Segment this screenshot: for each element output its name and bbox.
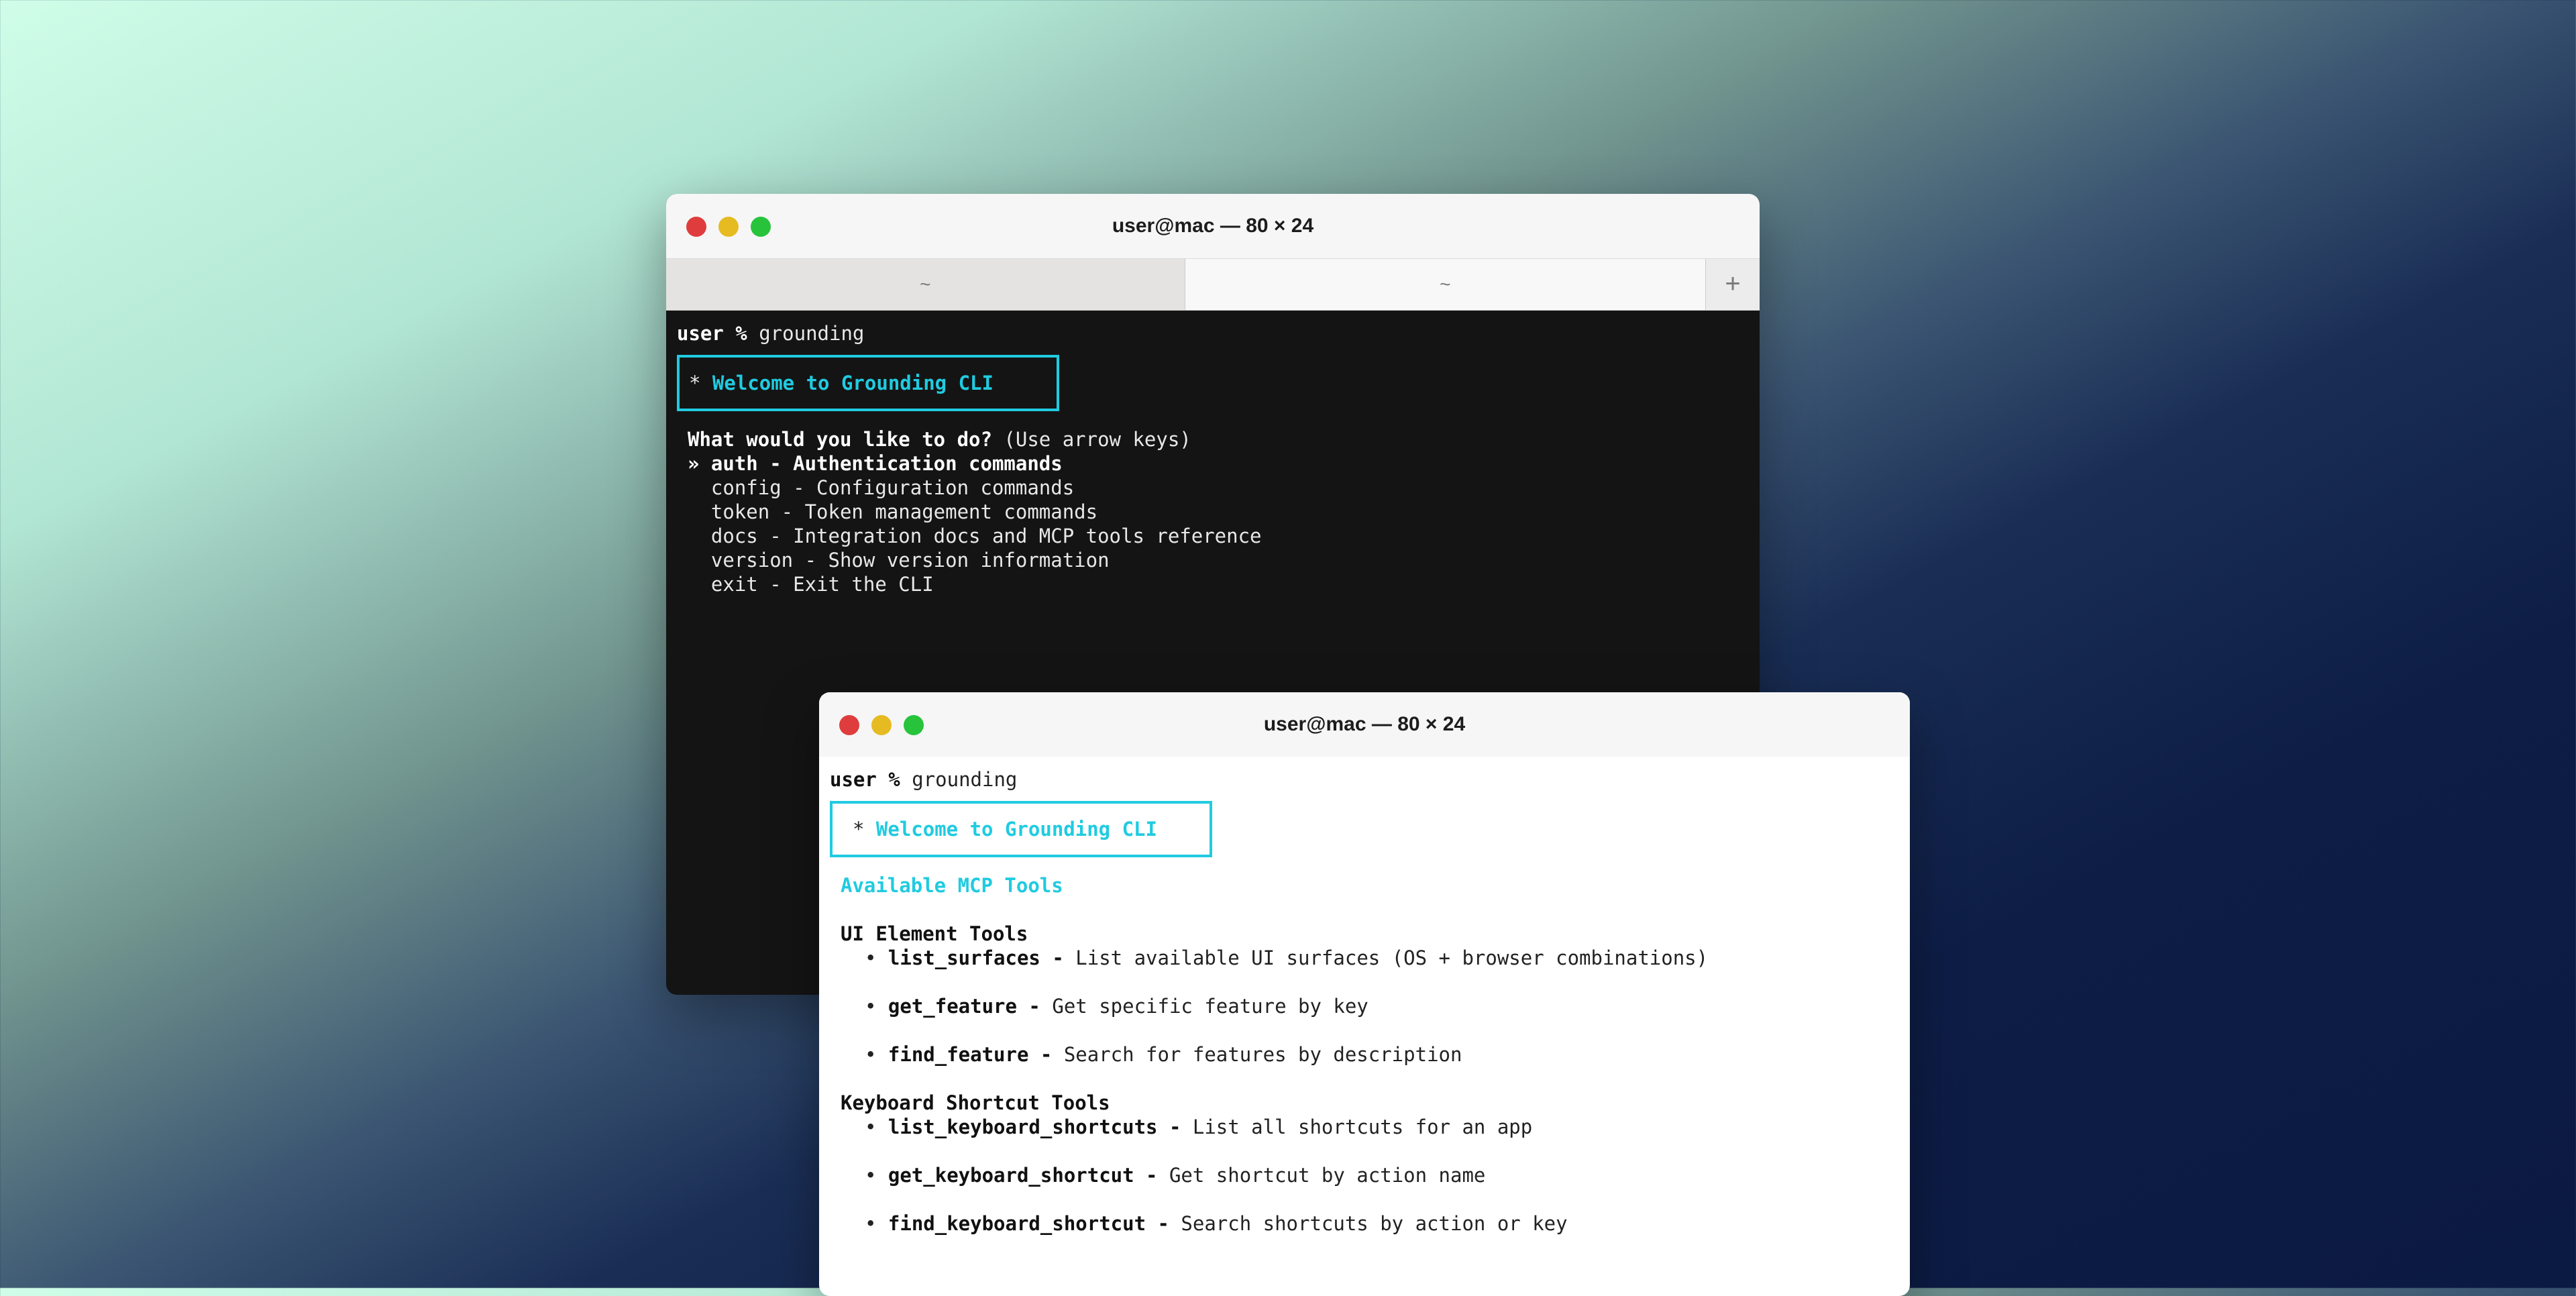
- menu-item-label: version - Show version information: [710, 549, 1110, 572]
- menu-item-config[interactable]: config - Configuration commands: [677, 476, 1749, 500]
- list-item: • list_keyboard_shortcuts - List all sho…: [830, 1115, 1899, 1139]
- menu-item-token[interactable]: token - Token management commands: [677, 500, 1749, 524]
- tool-desc: Get shortcut by action name: [1157, 1164, 1486, 1187]
- prompt-user: user %: [677, 322, 747, 345]
- group-title-ui: UI Element Tools: [841, 922, 1028, 945]
- list-item: • find_feature - Search for features by …: [830, 1042, 1899, 1067]
- tool-name: get_keyboard_shortcut -: [888, 1164, 1158, 1187]
- welcome-star: *: [853, 818, 876, 841]
- tool-desc: List all shortcuts for an app: [1181, 1116, 1533, 1138]
- group-title-shortcuts: Keyboard Shortcut Tools: [841, 1091, 1110, 1114]
- bullet: •: [865, 1043, 888, 1066]
- terminal-output[interactable]: user % grounding * Welcome to Grounding …: [666, 311, 1760, 607]
- tool-desc: Get specific feature by key: [1040, 995, 1368, 1018]
- bullet: •: [865, 947, 888, 969]
- bullet: •: [865, 1212, 888, 1235]
- bullet: •: [865, 1164, 888, 1187]
- list-item: • get_feature - Get specific feature by …: [830, 994, 1899, 1018]
- menu-item-label: token - Token management commands: [710, 500, 1098, 523]
- welcome-star: *: [689, 372, 712, 394]
- menu-item-version[interactable]: version - Show version information: [677, 548, 1749, 572]
- bullet: •: [865, 1116, 888, 1138]
- prompt-line: user % grounding: [830, 767, 1899, 792]
- list-item: • get_keyboard_shortcut - Get shortcut b…: [830, 1163, 1899, 1187]
- welcome-text: Welcome to Grounding CLI: [875, 818, 1157, 841]
- terminal-output[interactable]: user % grounding * Welcome to Grounding …: [819, 757, 1910, 1246]
- title-bar[interactable]: user@mac — 80 × 24: [819, 692, 1910, 757]
- question-hint: (Use arrow keys): [991, 428, 1191, 451]
- window-title: user@mac — 80 × 24: [1112, 215, 1314, 237]
- menu-item-docs[interactable]: docs - Integration docs and MCP tools re…: [677, 524, 1749, 548]
- tool-name: find_keyboard_shortcut -: [888, 1212, 1169, 1235]
- welcome-box: * Welcome to Grounding CLI: [830, 801, 1212, 857]
- command-text: grounding: [900, 768, 1018, 791]
- prompt-user: user %: [830, 768, 900, 791]
- welcome-box: * Welcome to Grounding CLI: [677, 355, 1059, 411]
- list-item: • find_keyboard_shortcut - Search shortc…: [830, 1211, 1899, 1236]
- tab-1[interactable]: ~: [666, 259, 1185, 310]
- selected-marker: »: [688, 452, 711, 475]
- welcome-text: Welcome to Grounding CLI: [712, 372, 994, 394]
- menu-item-exit[interactable]: exit - Exit the CLI: [677, 572, 1749, 596]
- tool-name: list_keyboard_shortcuts -: [888, 1116, 1181, 1138]
- question-text: What would you like to do?: [688, 428, 992, 451]
- new-tab-button[interactable]: +: [1705, 259, 1760, 310]
- menu-item-auth[interactable]: » auth - Authentication commands: [677, 451, 1749, 476]
- tab-bar: ~ ~ +: [666, 259, 1760, 311]
- terminal-window-light: user@mac — 80 × 24 user % grounding * We…: [819, 692, 1910, 1296]
- tool-desc: Search shortcuts by action or key: [1169, 1212, 1568, 1235]
- bullet: •: [865, 995, 888, 1018]
- menu-item-label: exit - Exit the CLI: [710, 573, 934, 596]
- tab-2[interactable]: ~: [1185, 259, 1706, 310]
- tool-desc: Search for features by description: [1052, 1043, 1462, 1066]
- tool-desc: List available UI surfaces (OS + browser…: [1063, 947, 1709, 969]
- tool-name: find_feature -: [888, 1043, 1053, 1066]
- window-title: user@mac — 80 × 24: [1263, 713, 1466, 735]
- prompt-line: user % grounding: [677, 321, 1749, 345]
- section-title: Available MCP Tools: [841, 874, 1063, 897]
- menu-question: What would you like to do? (Use arrow ke…: [677, 427, 1749, 451]
- menu-item-label: auth - Authentication commands: [710, 452, 1063, 475]
- menu-item-label: config - Configuration commands: [710, 476, 1075, 499]
- tool-name: list_surfaces -: [888, 947, 1064, 969]
- command-text: grounding: [747, 322, 865, 345]
- tool-name: get_feature -: [888, 995, 1040, 1018]
- menu-item-label: docs - Integration docs and MCP tools re…: [710, 525, 1262, 547]
- list-item: • list_surfaces - List available UI surf…: [830, 946, 1899, 970]
- title-bar[interactable]: user@mac — 80 × 24: [666, 194, 1760, 259]
